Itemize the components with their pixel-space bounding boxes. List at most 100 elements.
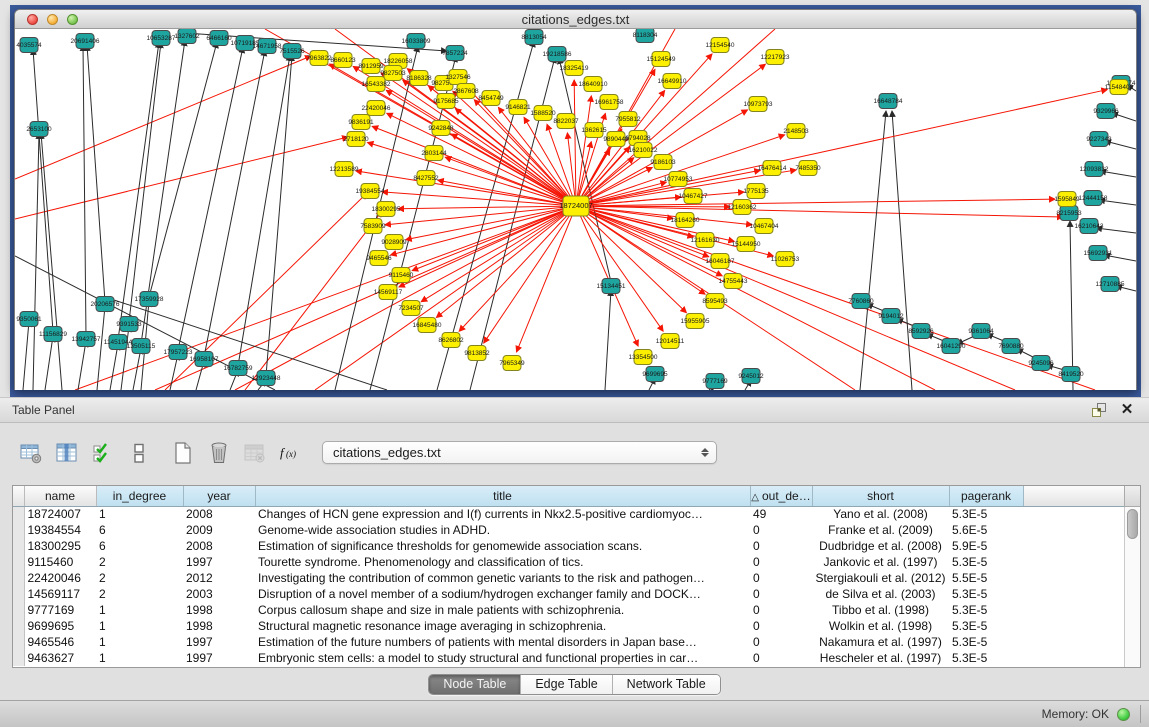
table-cell[interactable]: 0 [750,650,812,666]
network-edge[interactable] [45,336,53,390]
table-row[interactable]: 1938455462009Genome-wide association stu… [13,522,1125,538]
network-node[interactable]: 16476414 [758,161,787,176]
network-edge[interactable] [412,206,576,271]
table-cell[interactable]: Investigating the contribution of common… [255,570,750,586]
delete-column-button[interactable] [204,439,234,467]
network-edge[interactable] [576,206,935,390]
network-node[interactable]: 9350061 [16,312,42,327]
network-node[interactable]: 9242848 [428,121,454,136]
table-cell[interactable]: 14569117 [24,586,96,602]
table-cell[interactable]: 1 [96,634,183,650]
network-edge[interactable] [406,206,576,240]
network-edge[interactable] [576,206,1095,390]
network-node[interactable]: 1327546 [445,70,471,85]
network-node[interactable]: 9186103 [650,155,676,170]
network-node[interactable]: 18164260 [671,213,700,228]
table-mode-button[interactable] [16,439,46,467]
table-cell[interactable]: 2 [96,586,183,602]
zoom-window-button[interactable] [67,14,78,25]
network-edge[interactable] [266,55,292,376]
network-node[interactable]: 7485350 [795,161,821,176]
network-node[interactable]: 9813852 [464,346,490,361]
table-cell[interactable]: 18300295 [24,538,96,554]
table-cell[interactable]: Hescheler et al. (1997) [812,650,949,666]
table-cell[interactable]: 2 [96,570,183,586]
table-cell[interactable]: 5.9E-5 [949,538,1023,554]
table-cell[interactable]: de Silva et al. (2003) [812,586,949,602]
network-node[interactable]: 19384554 [356,184,385,199]
column-header-pagerank[interactable]: pagerank [949,486,1023,506]
table-cell[interactable]: 1997 [183,650,255,666]
table-row[interactable]: 1872400712008Changes of HCN gene express… [13,506,1125,522]
network-node[interactable]: 9391533 [116,317,142,332]
network-node[interactable]: 8592926 [908,324,934,339]
network-node[interactable]: 8419520 [1058,367,1084,382]
network-node[interactable]: 17359928 [135,292,164,307]
table-cell[interactable]: 5.5E-5 [949,570,1023,586]
network-node[interactable]: 2148503 [783,124,809,139]
network-node[interactable]: 1775135 [743,184,769,199]
table-row[interactable]: 1456911722003Disruption of a novel membe… [13,586,1125,602]
table-cell[interactable]: 5.3E-5 [949,618,1023,634]
network-node[interactable]: 2803144 [421,146,447,161]
network-node[interactable]: 15134451 [597,279,626,294]
network-node[interactable]: 7965349 [499,356,525,371]
network-node[interactable]: 7857224 [442,46,468,61]
table-cell[interactable]: 2012 [183,570,255,586]
table-cell[interactable]: Genome-wide association studies in ADHD. [255,522,750,538]
table-cell[interactable]: 1 [96,602,183,618]
column-header-name[interactable]: name [24,486,96,506]
network-node[interactable]: 2867608 [453,84,479,99]
table-cell[interactable]: 5.3E-5 [949,634,1023,650]
network-node[interactable]: 15124549 [647,52,676,67]
network-node[interactable]: 1595849 [1054,192,1080,207]
network-node[interactable]: 8215953 [1056,206,1082,221]
table-cell[interactable]: Disruption of a novel member of a sodium… [255,586,750,602]
table-row[interactable]: 946362711997Embryonic stem cells: a mode… [13,650,1125,666]
network-edge[interactable] [41,133,62,390]
table-cell[interactable]: 2008 [183,538,255,554]
network-canvas[interactable]: 4035574206914061065328713276026466160107… [15,29,1136,390]
network-edge[interactable] [574,80,576,206]
network-node[interactable]: 8822037 [553,114,579,129]
table-row[interactable]: 911546021997Tourette syndrome. Phenomeno… [13,554,1125,570]
column-header-short[interactable]: short [812,486,949,506]
scrollbar-thumb[interactable] [1127,509,1138,539]
network-node[interactable]: 12710885 [1096,277,1125,292]
table-cell[interactable]: 9699695 [24,618,96,634]
minimize-window-button[interactable] [47,14,58,25]
table-cell[interactable]: 5.3E-5 [949,650,1023,666]
network-node[interactable]: 10467427 [679,189,708,204]
network-node[interactable]: 16782759 [224,361,253,376]
network-node[interactable]: 15692931 [1084,246,1113,261]
network-table-select[interactable]: citations_edges.txt [322,441,717,464]
network-node[interactable]: 20206576 [91,297,120,312]
table-cell[interactable]: Tourette syndrome. Phenomenology and cla… [255,554,750,570]
network-node[interactable]: 4035574 [16,38,42,53]
network-node[interactable]: 18300295 [372,202,401,217]
network-node[interactable]: 17957223 [164,345,193,360]
network-node[interactable]: 1327602 [174,29,200,44]
table-cell[interactable]: 1 [96,506,183,522]
float-panel-icon[interactable] [1091,402,1107,418]
network-node[interactable]: 18640910 [579,77,608,92]
column-header-out_de[interactable]: △out_de… [750,486,812,506]
network-edge[interactable] [892,111,912,390]
network-window-titlebar[interactable]: citations_edges.txt [15,10,1136,29]
column-header-in_degree[interactable]: in_degree [96,486,183,506]
network-edge[interactable] [860,111,886,390]
network-edge[interactable] [15,137,348,219]
network-node[interactable]: 8813054 [521,30,547,45]
network-node[interactable]: 7515526 [279,44,305,59]
network-node[interactable]: 16845480 [413,318,442,333]
table-cell[interactable]: 2 [96,554,183,570]
table-cell[interactable]: 0 [750,522,812,538]
table-cell[interactable]: 0 [750,602,812,618]
network-node[interactable]: 13354500 [629,350,658,365]
table-cell[interactable]: 0 [750,570,812,586]
network-node[interactable]: 9245012 [738,369,764,384]
table-corner-button[interactable] [1124,486,1140,507]
network-node[interactable]: 7955812 [615,112,641,127]
show-columns-button[interactable] [52,439,82,467]
table-cell[interactable]: 5.3E-5 [949,602,1023,618]
